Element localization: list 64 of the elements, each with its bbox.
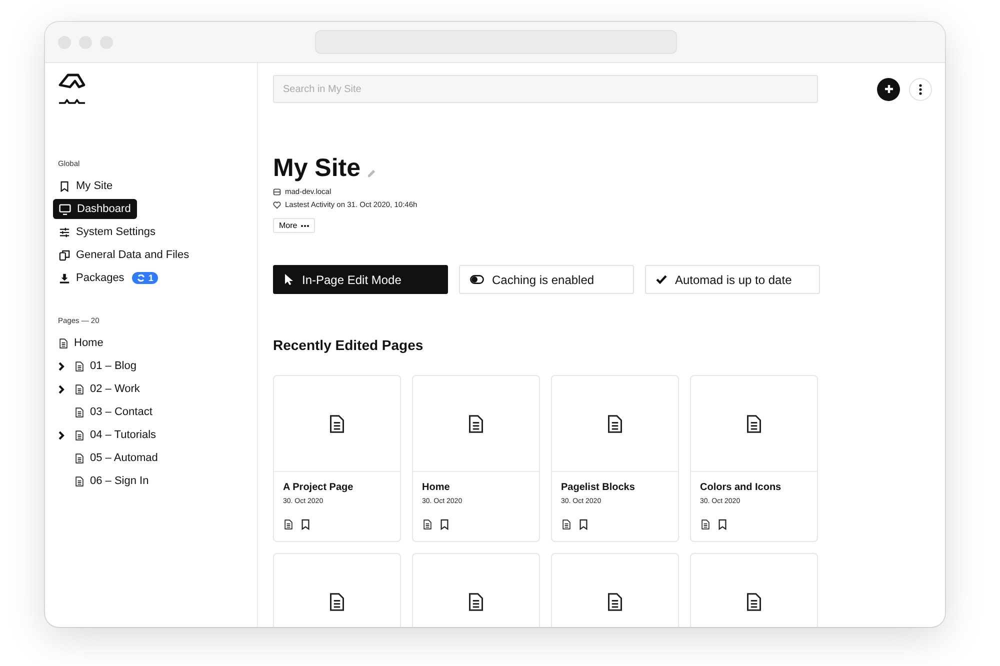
chevron-right-icon[interactable] xyxy=(58,384,65,394)
search-field[interactable]: Search in My Site xyxy=(273,75,818,103)
page-icon xyxy=(74,384,85,394)
monitor-icon xyxy=(59,204,71,214)
page-tree-item[interactable]: 01 – Blog xyxy=(53,356,142,376)
card-title: A Project Page xyxy=(283,482,354,493)
page-icon xyxy=(422,519,433,530)
server-icon xyxy=(273,188,281,196)
section-heading: Recently Edited Pages xyxy=(273,337,424,353)
chevron-right-icon[interactable] xyxy=(58,362,65,370)
page-tree-item[interactable]: 03 – Contact xyxy=(53,402,158,422)
nav-item[interactable]: Packages 1 xyxy=(53,268,164,288)
bookmark-icon xyxy=(59,180,70,192)
page-tree-item[interactable]: 04 – Tutorials xyxy=(53,425,162,445)
nav-item[interactable]: General Data and Files xyxy=(53,245,196,265)
page-icon xyxy=(466,414,486,434)
status-button[interactable]: Automad is up to date xyxy=(645,265,820,294)
nav-item[interactable]: System Settings xyxy=(53,222,162,242)
checkmark-icon xyxy=(656,275,667,284)
heart-icon xyxy=(273,200,281,208)
card-title: Colors and Icons xyxy=(700,482,782,493)
page-tree-item[interactable]: 05 – Automad xyxy=(53,448,163,468)
page-icon xyxy=(74,476,85,486)
card-title: Pagelist Blocks xyxy=(561,482,636,493)
page-icon xyxy=(700,519,711,530)
page-icon xyxy=(327,414,347,434)
page-icon xyxy=(744,414,764,434)
page-icon xyxy=(74,360,85,372)
add-button[interactable] xyxy=(877,78,900,100)
status-button[interactable]: In-Page Edit Mode xyxy=(273,265,448,294)
chevron-right-icon[interactable] xyxy=(58,430,65,440)
site-title: My Site xyxy=(273,153,361,183)
more-icon xyxy=(919,84,922,94)
card-title: Home xyxy=(422,482,451,493)
status-button[interactable]: Caching is enabled xyxy=(459,265,634,294)
page-icon xyxy=(466,592,486,612)
download-icon xyxy=(59,272,70,284)
page-icon xyxy=(283,519,294,530)
page-icon xyxy=(74,406,85,418)
bookmark-icon[interactable] xyxy=(578,519,589,530)
more-button[interactable]: More xyxy=(273,218,316,233)
page-icon xyxy=(605,414,625,434)
files-icon xyxy=(59,250,70,260)
page-icon xyxy=(74,430,85,440)
page-icon xyxy=(561,519,572,530)
pointer-icon xyxy=(284,273,294,286)
page-tree-item[interactable]: 06 – Sign In xyxy=(53,471,154,491)
bookmark-icon[interactable] xyxy=(717,519,728,530)
page-icon xyxy=(605,592,625,612)
more-options-button[interactable] xyxy=(909,78,932,100)
update-badge[interactable]: 1 xyxy=(132,272,158,284)
page-tree-item[interactable]: Home xyxy=(53,333,108,353)
page-icon xyxy=(74,452,85,464)
page-icon xyxy=(327,592,347,612)
page-icon xyxy=(58,338,69,348)
bookmark-icon[interactable] xyxy=(300,519,311,530)
nav-item[interactable]: My Site xyxy=(53,176,119,196)
bookmark-icon[interactable] xyxy=(439,519,450,530)
page-tree-item[interactable]: 02 – Work xyxy=(53,379,145,399)
sliders-icon xyxy=(59,226,70,238)
plus-icon xyxy=(884,84,894,94)
toggle-icon xyxy=(470,275,484,284)
nav-item[interactable]: Dashboard xyxy=(53,199,137,219)
page-icon xyxy=(744,592,764,612)
